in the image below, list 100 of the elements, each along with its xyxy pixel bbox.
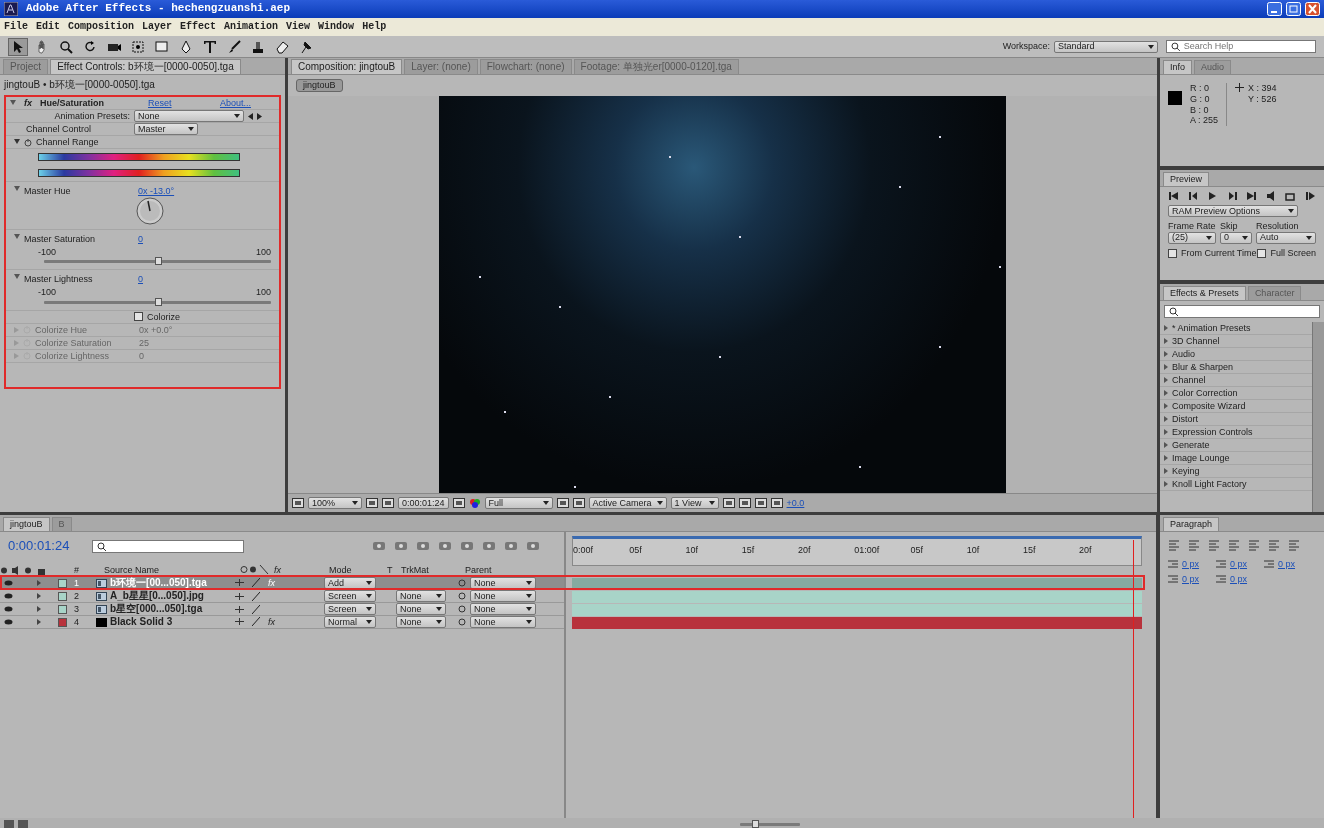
animation-presets-dropdown[interactable]: None <box>134 110 244 122</box>
parent-dropdown[interactable]: None <box>470 590 536 602</box>
track-matte-dropdown[interactable]: None <box>396 616 446 628</box>
shy-switch-icon[interactable] <box>235 592 244 600</box>
ram-preview-icon[interactable] <box>1304 191 1316 201</box>
layer-search-field[interactable] <box>92 539 244 553</box>
expand-triangle-icon[interactable] <box>14 186 20 192</box>
effect-category-item[interactable]: Generate <box>1160 439 1312 452</box>
search-help-field[interactable]: Search Help <box>1166 40 1316 53</box>
checkbox[interactable] <box>134 312 143 322</box>
resolution-dropdown[interactable]: Full <box>484 497 553 509</box>
track-matte-dropdown[interactable]: None <box>396 603 446 615</box>
close-icon[interactable] <box>1305 2 1320 16</box>
loop-icon[interactable] <box>1285 191 1297 201</box>
layer-row[interactable]: 4 Black Solid 3 fx Normal None None <box>0 616 564 629</box>
track-matte-dropdown[interactable]: None <box>396 590 446 602</box>
menu-item[interactable]: View <box>286 21 311 33</box>
expand-triangle-icon[interactable] <box>37 606 41 612</box>
menu-item[interactable]: Window <box>318 21 355 33</box>
label-color-swatch[interactable] <box>58 604 67 614</box>
effect-category-item[interactable]: Expression Controls <box>1160 426 1312 439</box>
expand-triangle-icon[interactable] <box>14 139 20 145</box>
slider-track[interactable] <box>44 301 271 304</box>
next-frame-icon[interactable] <box>1226 191 1238 201</box>
expand-triangle-icon[interactable] <box>14 274 20 281</box>
menu-item[interactable]: Composition <box>68 21 135 33</box>
field-dropdown[interactable]: 0 <box>1220 231 1252 244</box>
brush-icon[interactable] <box>226 38 242 55</box>
mode-dropdown[interactable]: Screen <box>324 603 376 615</box>
effect-category-item[interactable]: Channel <box>1160 374 1312 387</box>
hue-dial[interactable] <box>136 196 164 225</box>
panel-tab[interactable]: Preview <box>1163 172 1209 186</box>
previous-frame-icon[interactable] <box>1187 191 1199 201</box>
panel-tab[interactable]: Effect Controls: b环境一[0000-0050].tga <box>50 59 241 74</box>
expand-triangle-icon[interactable] <box>37 593 41 599</box>
minimize-icon[interactable] <box>1267 2 1282 16</box>
stopwatch-icon[interactable] <box>24 137 32 147</box>
reset-link[interactable]: Reset <box>148 97 172 109</box>
menu-item[interactable]: Animation <box>224 21 279 33</box>
indent-value[interactable]: 0 px <box>1230 559 1247 570</box>
composition-chip[interactable]: jingtouB <box>296 79 343 92</box>
color-channels-icon[interactable] <box>468 498 481 508</box>
zoom-slider-thumb[interactable] <box>752 820 759 828</box>
last-frame-icon[interactable] <box>1246 191 1258 201</box>
menu-item[interactable]: File <box>4 21 28 33</box>
menu-item[interactable]: Help <box>362 21 387 33</box>
shy-switch-icon[interactable] <box>235 579 244 587</box>
menu-item[interactable]: Effect <box>180 21 217 33</box>
pan-behind-icon[interactable] <box>130 38 146 55</box>
indent-value[interactable]: 0 px <box>1182 559 1199 570</box>
field-dropdown[interactable]: (25) <box>1168 231 1216 244</box>
mode-dropdown[interactable]: Screen <box>324 590 376 602</box>
menu-item[interactable]: Layer <box>142 21 173 33</box>
parent-dropdown[interactable]: None <box>470 616 536 628</box>
timecode-text[interactable]: 0:00:01:24 <box>8 538 84 554</box>
effect-category-item[interactable]: Knoll Light Factory <box>1160 478 1312 491</box>
master-hue-value[interactable]: 0x -13.0° <box>138 186 175 197</box>
slider-thumb[interactable] <box>154 298 162 306</box>
expand-triangle-icon[interactable] <box>37 580 41 586</box>
zoom-slider-track[interactable] <box>740 823 800 826</box>
magnification-dropdown[interactable]: 100% <box>308 497 362 509</box>
layer-row[interactable]: 3 b星空[000...050].tga Screen None None <box>0 603 564 616</box>
layer-row[interactable]: 2 A_b星星[0...050].jpg Screen None None <box>0 590 564 603</box>
effect-category-item[interactable]: Audio <box>1160 348 1312 361</box>
effect-category-item[interactable]: Blur & Sharpen <box>1160 361 1312 374</box>
prev-arrow-icon[interactable] <box>248 112 253 120</box>
slider-value[interactable]: 0 <box>138 233 143 245</box>
type-icon[interactable] <box>202 38 218 55</box>
indent-value[interactable]: 0 px <box>1230 573 1247 585</box>
slider-value[interactable]: 0 <box>138 274 143 286</box>
label-color-swatch[interactable] <box>58 578 67 588</box>
effect-category-item[interactable]: 3D Channel <box>1160 335 1312 348</box>
first-frame-icon[interactable] <box>1168 191 1179 201</box>
expand-triangle-icon[interactable] <box>14 233 20 240</box>
expand-triangle-icon[interactable] <box>37 619 41 625</box>
effect-category-item[interactable]: Color Correction <box>1160 387 1312 400</box>
view-layout-dropdown[interactable]: 1 View <box>670 497 719 509</box>
slider-thumb[interactable] <box>154 257 162 266</box>
effect-switch[interactable]: fx <box>268 616 275 628</box>
panel-tab[interactable]: Info <box>1163 60 1192 74</box>
ram-preview-options-dropdown[interactable]: RAM Preview Options <box>1168 205 1298 217</box>
panel-tab[interactable]: Effects & Presets <box>1163 286 1246 300</box>
slider-track[interactable] <box>44 260 271 264</box>
search-help-field[interactable]: Search Help <box>1183 41 1311 52</box>
audio-icon[interactable] <box>1265 191 1277 201</box>
panel-tab[interactable]: Composition: jingtouB <box>291 59 403 74</box>
label-color-swatch[interactable] <box>58 617 67 627</box>
effects-search-field[interactable] <box>1164 305 1320 318</box>
mode-dropdown[interactable]: Normal <box>324 616 376 628</box>
label-color-swatch[interactable] <box>58 591 67 601</box>
playhead-line[interactable] <box>1133 540 1135 818</box>
parent-dropdown[interactable]: None <box>470 577 536 589</box>
panel-tab[interactable]: Paragraph <box>1163 517 1220 531</box>
rectangle-icon[interactable] <box>154 38 170 55</box>
effect-category-item[interactable]: Image Lounge <box>1160 452 1312 465</box>
checkbox[interactable] <box>1168 248 1177 258</box>
checkbox[interactable] <box>1257 248 1267 258</box>
menu-item[interactable]: Edit <box>36 21 61 33</box>
parent-dropdown[interactable]: None <box>470 603 536 615</box>
zoom-icon[interactable] <box>58 38 74 55</box>
